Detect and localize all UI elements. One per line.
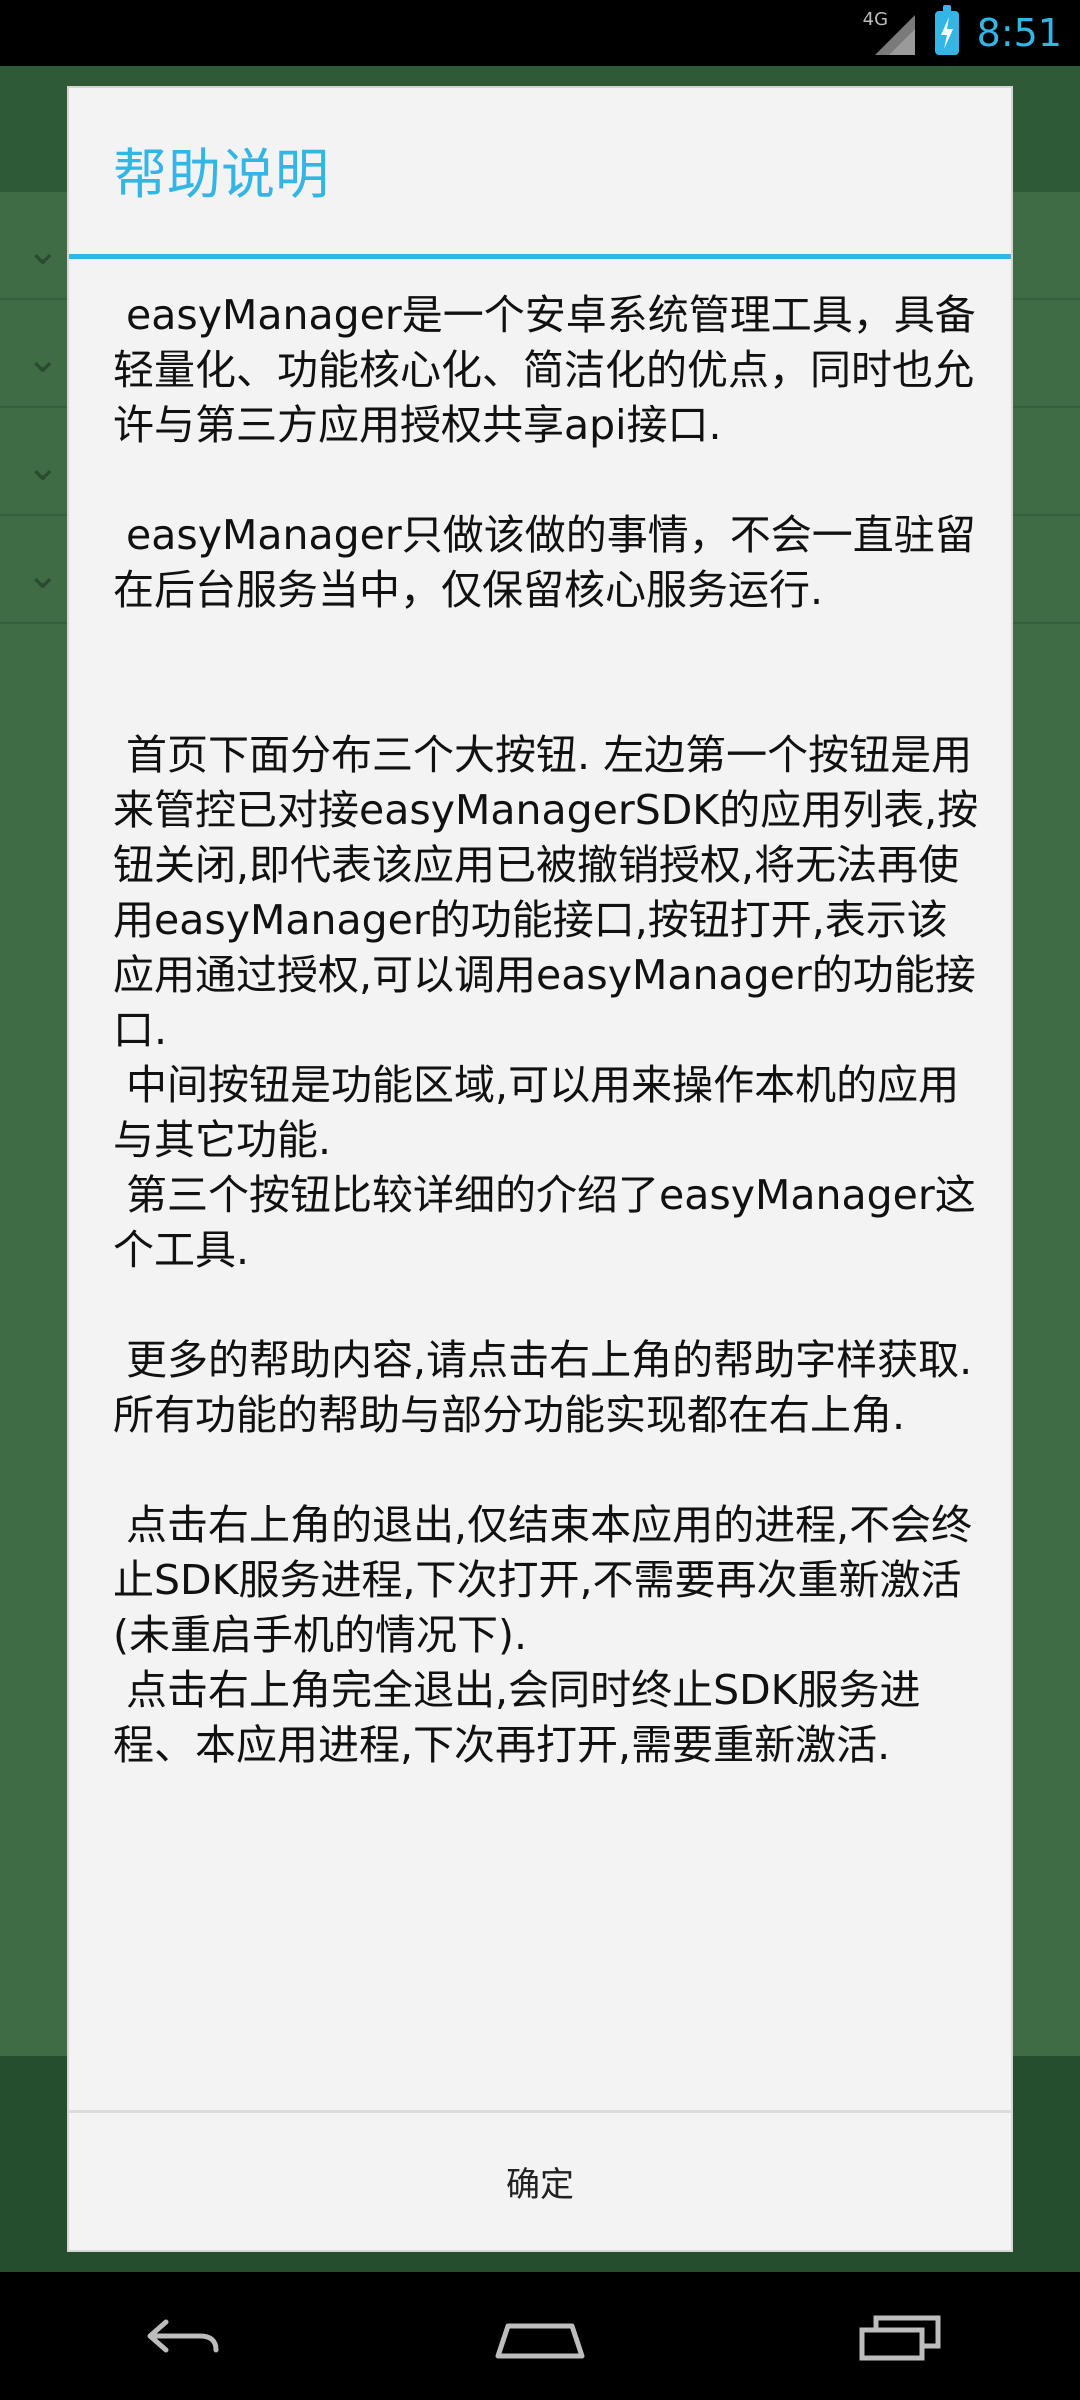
- chevron-down-icon: ⌄: [26, 336, 60, 382]
- chevron-down-icon: ⌄: [26, 228, 60, 274]
- home-icon[interactable]: [480, 2296, 600, 2376]
- status-icons: 4G 8:51: [863, 0, 1062, 66]
- back-icon[interactable]: [120, 2296, 240, 2376]
- battery-charging-icon: [934, 5, 959, 55]
- signal-icon: 4G: [863, 9, 917, 55]
- chevron-down-icon: ⌄: [26, 552, 60, 598]
- navigation-bar: [0, 2272, 1080, 2400]
- clock: 8:51: [976, 11, 1062, 55]
- status-bar: 4G 8:51: [0, 0, 1080, 66]
- help-dialog: 帮助说明 easyManager是一个安卓系统管理工具，具备轻量化、功能核心化、…: [69, 88, 1011, 2250]
- chevron-down-icon: ⌄: [26, 444, 60, 490]
- dialog-message: easyManager是一个安卓系统管理工具，具备轻量化、功能核心化、简洁化的优…: [113, 291, 979, 1769]
- recents-icon[interactable]: [840, 2296, 960, 2376]
- title-divider: [69, 254, 1011, 259]
- confirm-button[interactable]: 确定: [69, 2113, 1011, 2250]
- dialog-title: 帮助说明: [113, 143, 329, 206]
